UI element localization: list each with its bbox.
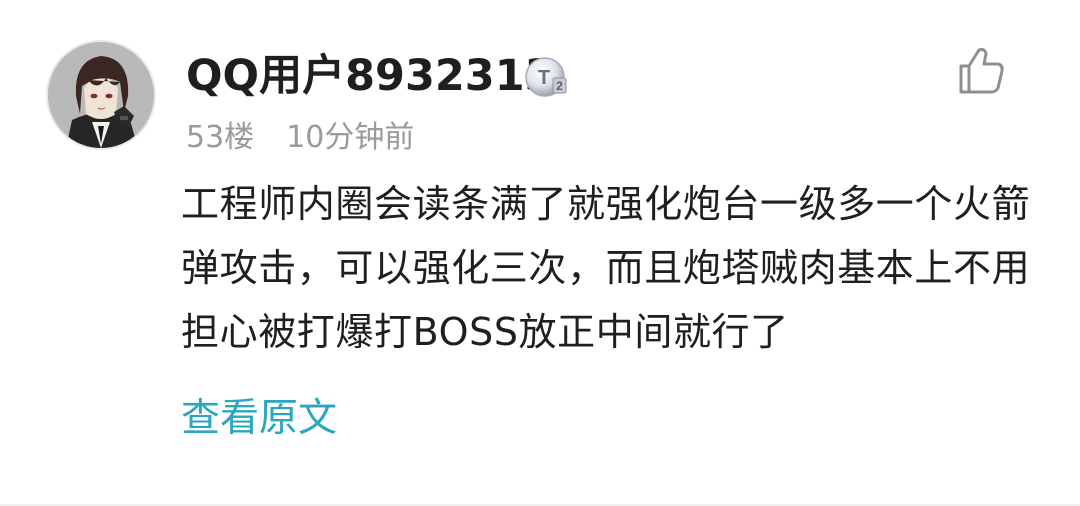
timestamp: 10分钟前 [286,120,415,155]
view-original-link[interactable]: 查看原文 [181,389,337,449]
thumbs-up-icon[interactable] [956,44,1006,96]
avatar-image [48,42,154,148]
comment-meta: 53楼 10分钟前 [186,118,414,158]
username[interactable]: QQ用户8932313 [186,46,555,106]
level-badge-letter: T [538,67,550,89]
level-badge-number: 2 [556,79,563,93]
comment-content: 工程师内圈会读条满了就强化炮台一级多一个火箭弹攻击，可以强化三次，而且炮塔贼肉基… [181,182,1031,354]
level-badge-icon: T 2 [523,54,571,100]
floor-number: 53楼 [186,120,255,155]
avatar[interactable] [46,40,156,150]
